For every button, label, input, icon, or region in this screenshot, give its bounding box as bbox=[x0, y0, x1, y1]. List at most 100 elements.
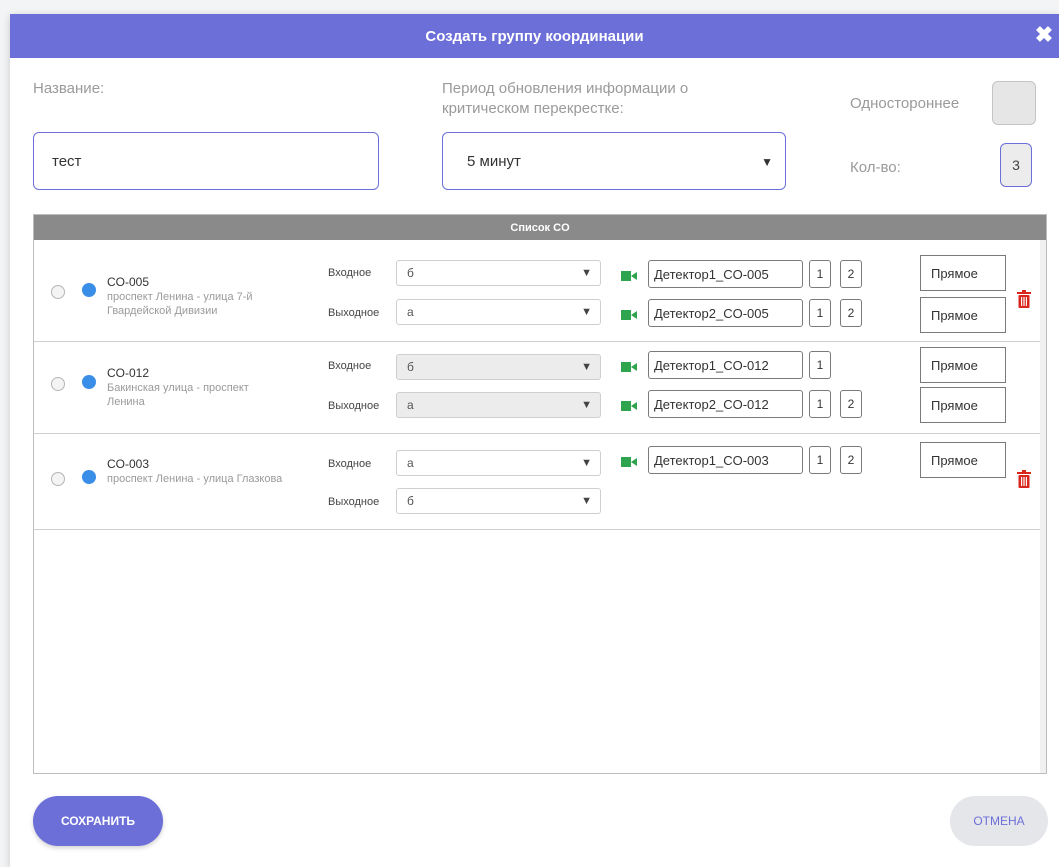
row-select-radio[interactable] bbox=[51, 377, 65, 391]
detector-field[interactable]: Детектор2_CO-005 bbox=[648, 299, 803, 327]
detector-field[interactable]: Детектор2_CO-012 bbox=[648, 390, 803, 418]
lane-number: 1 bbox=[816, 397, 824, 411]
lane-number-box[interactable]: 1 bbox=[809, 299, 831, 327]
count-label: Кол-во: bbox=[850, 159, 901, 176]
lane-number: 1 bbox=[816, 306, 824, 320]
detector-direction-select[interactable]: Прямое bbox=[920, 297, 1006, 333]
lane-number-box[interactable]: 2 bbox=[840, 446, 862, 474]
output-direction-value: а bbox=[407, 398, 414, 412]
output-direction-value: а bbox=[407, 305, 414, 319]
lane-number: 1 bbox=[816, 267, 824, 281]
detector-direction-value: Прямое bbox=[931, 452, 978, 468]
row-divider bbox=[34, 529, 1040, 530]
row-select-radio[interactable] bbox=[51, 472, 65, 486]
name-label: Название: bbox=[33, 80, 105, 97]
period-select-value: 5 минут bbox=[467, 152, 521, 170]
name-input[interactable]: тест bbox=[33, 132, 379, 190]
lane-number-box[interactable]: 2 bbox=[840, 390, 862, 418]
one-way-label: Одностороннее bbox=[850, 95, 960, 112]
input-direction-select[interactable]: б ▼ bbox=[396, 354, 601, 380]
lane-number: 1 bbox=[816, 358, 824, 372]
list-scrollbar[interactable] bbox=[1040, 240, 1046, 773]
co-code: CO-005 bbox=[107, 275, 150, 289]
video-camera-icon bbox=[621, 310, 637, 320]
status-dot bbox=[82, 375, 96, 389]
detector-direction-select[interactable]: Прямое bbox=[920, 255, 1006, 291]
detector-direction-select[interactable]: Прямое bbox=[920, 442, 1006, 478]
detector-name: Детектор1_CO-005 bbox=[654, 266, 769, 282]
detector-name: Детектор1_CO-003 bbox=[654, 452, 769, 468]
input-direction-label: Входное bbox=[328, 458, 372, 470]
detector-name: Детектор1_CO-012 bbox=[654, 357, 769, 373]
lane-number-box[interactable]: 1 bbox=[809, 260, 831, 288]
lane-number-box[interactable]: 2 bbox=[840, 299, 862, 327]
chevron-down-icon: ▼ bbox=[581, 361, 592, 373]
chevron-down-icon: ▼ bbox=[581, 306, 592, 318]
detector-field[interactable]: Детектор1_CO-012 bbox=[648, 351, 803, 379]
detector-name: Детектор2_CO-005 bbox=[654, 305, 769, 321]
save-button-label: СОХРАНИТЬ bbox=[60, 814, 136, 828]
input-direction-select[interactable]: а ▼ bbox=[396, 450, 601, 476]
detector-direction-select[interactable]: Прямое bbox=[920, 347, 1006, 383]
co-list-title: Список CO bbox=[510, 221, 570, 234]
input-direction-value: б bbox=[407, 360, 414, 374]
lane-number-box[interactable]: 1 bbox=[809, 351, 831, 379]
co-address: Бакинская улица - проспект Ленина bbox=[107, 382, 249, 408]
row-select-radio[interactable] bbox=[51, 285, 65, 299]
output-direction-label: Выходное bbox=[328, 307, 380, 319]
close-icon[interactable]: ✖ bbox=[1031, 22, 1057, 48]
cancel-button[interactable]: ОТМЕНА bbox=[950, 796, 1048, 846]
co-address: проспект Ленина - улица 7-й Гвардейской … bbox=[107, 291, 253, 317]
row-divider bbox=[34, 341, 1040, 342]
video-camera-icon bbox=[621, 271, 637, 281]
detector-name: Детектор2_CO-012 bbox=[654, 396, 769, 412]
output-direction-value: б bbox=[407, 494, 414, 508]
video-camera-icon bbox=[621, 457, 637, 467]
lane-number: 2 bbox=[847, 306, 855, 320]
status-dot bbox=[82, 283, 96, 297]
input-direction-select[interactable]: б ▼ bbox=[396, 260, 601, 286]
period-select[interactable]: 5 минут ▼ bbox=[442, 132, 786, 190]
output-direction-select[interactable]: б ▼ bbox=[396, 488, 601, 514]
video-camera-icon bbox=[621, 401, 637, 411]
co-code: CO-012 bbox=[107, 366, 150, 380]
chevron-down-icon: ▼ bbox=[581, 267, 592, 279]
co-code: CO-003 bbox=[107, 457, 150, 471]
status-dot bbox=[82, 470, 96, 484]
lane-number: 2 bbox=[847, 453, 855, 467]
co-list-header: Список CO bbox=[34, 215, 1046, 240]
chevron-down-icon: ▼ bbox=[761, 155, 773, 169]
input-direction-value: а bbox=[407, 456, 414, 470]
save-button[interactable]: СОХРАНИТЬ bbox=[33, 796, 163, 846]
detector-direction-value: Прямое bbox=[931, 265, 978, 281]
lane-number: 2 bbox=[847, 397, 855, 411]
co-address: проспект Ленина - улица Глазкова bbox=[107, 473, 283, 485]
input-direction-value: б bbox=[407, 266, 414, 280]
row-divider bbox=[34, 433, 1040, 434]
detector-direction-select[interactable]: Прямое bbox=[920, 387, 1006, 423]
chevron-down-icon: ▼ bbox=[581, 399, 592, 411]
dialog-title: Создать группу координации bbox=[425, 27, 644, 45]
output-direction-select[interactable]: а ▼ bbox=[396, 299, 601, 325]
chevron-down-icon: ▼ bbox=[581, 495, 592, 507]
detector-direction-value: Прямое bbox=[931, 307, 978, 323]
dialog-titlebar: Создать группу координации ✖ bbox=[10, 14, 1059, 58]
count-field[interactable]: 3 bbox=[1000, 143, 1032, 187]
lane-number-box[interactable]: 1 bbox=[809, 446, 831, 474]
output-direction-select[interactable]: а ▼ bbox=[396, 392, 601, 418]
lane-number-box[interactable]: 1 bbox=[809, 390, 831, 418]
input-direction-label: Входное bbox=[328, 360, 372, 372]
one-way-checkbox[interactable] bbox=[992, 81, 1036, 125]
co-list-panel: Список CO CO-005 проспект Ленина - улица… bbox=[33, 214, 1047, 774]
trash-icon[interactable] bbox=[1017, 470, 1031, 488]
lane-number-box[interactable]: 2 bbox=[840, 260, 862, 288]
detector-field[interactable]: Детектор1_CO-003 bbox=[648, 446, 803, 474]
trash-icon[interactable] bbox=[1017, 290, 1031, 308]
count-value: 3 bbox=[1012, 157, 1020, 173]
input-direction-label: Входное bbox=[328, 267, 372, 279]
lane-number: 2 bbox=[847, 267, 855, 281]
name-input-value: тест bbox=[52, 152, 82, 170]
create-coordination-group-dialog: Создать группу координации ✖ Название: т… bbox=[10, 14, 1059, 867]
detector-field[interactable]: Детектор1_CO-005 bbox=[648, 260, 803, 288]
detector-direction-value: Прямое bbox=[931, 357, 978, 373]
